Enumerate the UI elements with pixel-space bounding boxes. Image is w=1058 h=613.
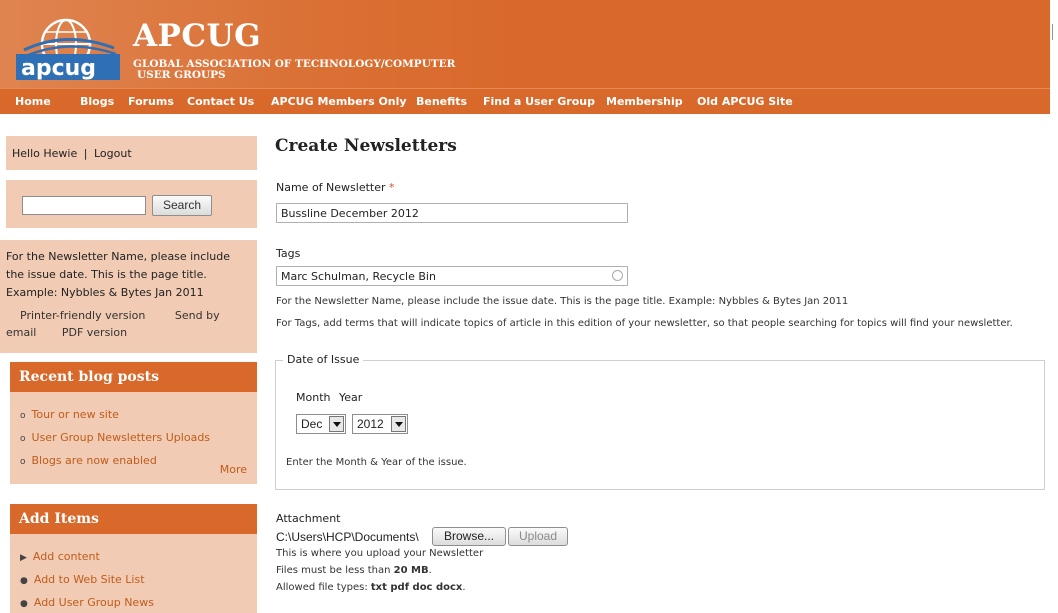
chevron-down-icon xyxy=(329,416,344,432)
newsletter-name-help: For the Newsletter Name, please include … xyxy=(276,296,849,307)
newsletter-name-input[interactable]: Bussline December 2012 xyxy=(276,203,628,223)
note-line-3: Example: Nybbles & Bytes Jan 2011 xyxy=(6,286,204,299)
nav-membership[interactable]: Membership xyxy=(606,95,683,108)
sidebar-note: For the Newsletter Name, please include … xyxy=(0,240,257,353)
bullet-icon: ● xyxy=(20,576,28,586)
attachment-size-period: . xyxy=(428,565,432,576)
month-select[interactable]: Dec xyxy=(296,414,346,434)
print-links: Printer-friendly version Send by email P… xyxy=(6,307,257,342)
note-line-1: For the Newsletter Name, please include xyxy=(6,250,231,263)
nav-members-only[interactable]: APCUG Members Only xyxy=(271,95,407,108)
main-nav: Home Blogs Forums Contact Us APCUG Membe… xyxy=(0,88,1050,114)
year-select-value: 2012 xyxy=(357,417,384,431)
recent-post-link[interactable]: Blogs are now enabled xyxy=(32,454,157,467)
month-label: Month xyxy=(296,391,331,404)
window-edge xyxy=(1050,0,1058,613)
add-items-block: ▶ Add content ● Add to Web Site List ● Add … xyxy=(10,534,257,613)
nav-forums[interactable]: Forums xyxy=(128,95,174,108)
logout-link[interactable]: Logout xyxy=(94,147,132,160)
list-item[interactable]: o User Group Newsletters Uploads xyxy=(20,427,257,450)
nav-old-site[interactable]: Old APCUG Site xyxy=(697,95,793,108)
tags-label: Tags xyxy=(276,247,301,260)
month-select-value: Dec xyxy=(301,417,323,431)
hello-text: Hello Hewie xyxy=(12,147,78,160)
list-item[interactable]: o Tour or new site xyxy=(20,404,257,427)
printer-friendly-link[interactable]: Printer-friendly version xyxy=(20,309,145,322)
apcug-logo[interactable]: apcug xyxy=(16,10,126,82)
user-greeting-box: Hello Hewie | Logout xyxy=(6,136,257,170)
attachment-types-text: Allowed file types: xyxy=(276,582,371,593)
nav-blogs[interactable]: Blogs xyxy=(80,95,114,108)
date-of-issue-legend: Date of Issue xyxy=(283,353,364,366)
attachment-types-period: . xyxy=(462,582,466,593)
nav-contact-us[interactable]: Contact Us xyxy=(187,95,254,108)
site-header: apcug APCUG GLOBAL ASSOCIATION OF TECHNO… xyxy=(0,0,1050,88)
nav-find-user-group[interactable]: Find a User Group xyxy=(483,95,595,108)
bullet-icon: ● xyxy=(20,599,28,609)
newsletter-name-label: Name of Newsletter * xyxy=(276,181,395,194)
send-by-email-link-cont[interactable]: email xyxy=(6,326,36,339)
list-item[interactable]: ● Add User Group News xyxy=(20,592,257,613)
search-input[interactable] xyxy=(22,196,146,215)
triangle-right-icon: ▶ xyxy=(20,553,27,563)
bullet-icon: o xyxy=(20,434,26,444)
upload-button[interactable]: Upload xyxy=(508,527,568,546)
pdf-version-link[interactable]: PDF version xyxy=(62,326,127,339)
add-website-link[interactable]: Add to Web Site List xyxy=(34,573,145,586)
add-items-list: ▶ Add content ● Add to Web Site List ● Add … xyxy=(10,534,257,613)
chevron-down-icon xyxy=(391,416,406,432)
search-box: Search xyxy=(6,180,257,228)
tags-input[interactable]: Marc Schulman, Recycle Bin xyxy=(276,266,628,286)
browse-button[interactable]: Browse... xyxy=(432,527,506,546)
attachment-size-limit: 20 MB xyxy=(393,565,429,576)
attachment-size-text: Files must be less than xyxy=(276,565,394,576)
more-link[interactable]: More xyxy=(220,463,247,476)
site-subtitle: GLOBAL ASSOCIATION OF TECHNOLOGY/COMPUTE… xyxy=(133,59,563,81)
attachment-help-1: This is where you upload your Newsletter xyxy=(276,548,484,559)
bullet-icon: o xyxy=(20,411,26,421)
tags-input-value: Marc Schulman, Recycle Bin xyxy=(281,270,436,283)
newsletter-name-label-text: Name of Newsletter xyxy=(276,181,386,194)
recent-posts-block: o Tour or new site o User Group Newsletter… xyxy=(10,392,257,484)
site-title[interactable]: APCUG xyxy=(133,18,261,54)
nav-benefits[interactable]: Benefits xyxy=(416,95,467,108)
attachment-help-2: Files must be less than 20 MB. xyxy=(276,565,432,576)
recent-posts-title: Recent blog posts xyxy=(10,362,257,392)
page-title: Create Newsletters xyxy=(275,136,457,156)
attachment-help-3: Allowed file types: txt pdf doc docx. xyxy=(276,582,466,593)
recent-posts-list: o Tour or new site o User Group Newsletter… xyxy=(10,392,257,473)
send-by-email-link[interactable]: Send by xyxy=(175,309,220,322)
window-edge-mark xyxy=(1052,24,1054,40)
nav-home[interactable]: Home xyxy=(15,95,51,108)
add-content-link[interactable]: Add content xyxy=(33,550,100,563)
search-button[interactable]: Search xyxy=(152,195,212,216)
list-item[interactable]: ▶ Add content xyxy=(20,546,257,569)
year-select[interactable]: 2012 xyxy=(352,414,408,434)
list-item[interactable]: ● Add to Web Site List xyxy=(20,569,257,592)
file-path-field[interactable]: C:\Users\HCP\Documents\ xyxy=(276,530,419,544)
add-news-link[interactable]: Add User Group News xyxy=(34,596,154,609)
greeting-separator: | xyxy=(83,147,88,160)
logo-text: apcug xyxy=(21,56,96,81)
attachment-types-list: txt pdf doc docx xyxy=(370,582,463,593)
recent-post-link[interactable]: User Group Newsletters Uploads xyxy=(32,431,211,444)
autocomplete-icon xyxy=(612,270,623,281)
attachment-label: Attachment xyxy=(276,512,341,525)
add-items-title: Add Items xyxy=(10,504,257,534)
tags-help: For Tags, add terms that will indicate t… xyxy=(276,318,1013,329)
date-help: Enter the Month & Year of the issue. xyxy=(286,457,467,468)
note-line-2: the issue date. This is the page title. xyxy=(6,268,207,281)
bullet-icon: o xyxy=(20,457,26,467)
site-subtitle-line2: USER GROUPS xyxy=(137,69,226,81)
required-marker: * xyxy=(389,181,395,194)
year-label: Year xyxy=(339,391,363,404)
recent-post-link[interactable]: Tour or new site xyxy=(32,408,119,421)
